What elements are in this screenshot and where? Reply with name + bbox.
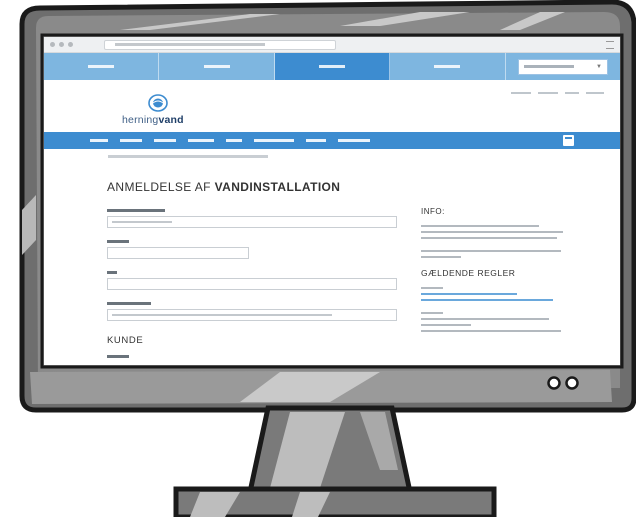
page-title: ANMELDELSE AF VANDINSTALLATION	[107, 180, 340, 194]
info-panel: INFO: GÆLDENDE REGLER	[421, 207, 571, 336]
main-nav-item[interactable]	[154, 139, 176, 142]
rules-subheading	[421, 287, 443, 289]
logo-drop-icon	[148, 94, 168, 112]
info-text-line	[421, 250, 561, 252]
logo[interactable]: herningvand	[104, 90, 184, 130]
installation-form	[107, 209, 397, 333]
logo-text-part1: herning	[122, 114, 159, 126]
menu-icon[interactable]	[606, 41, 614, 49]
calendar-icon[interactable]	[563, 135, 574, 146]
top-nav-item[interactable]	[44, 53, 160, 80]
installation-address-field[interactable]	[107, 216, 397, 228]
main-nav-items	[90, 139, 370, 142]
header-link[interactable]	[511, 92, 531, 94]
info-text-line	[421, 256, 461, 258]
top-nav-item-label	[434, 65, 461, 68]
main-nav-item[interactable]	[188, 139, 214, 142]
info-text-line	[421, 225, 539, 227]
rules-text-line	[421, 318, 549, 320]
comments-field[interactable]	[107, 309, 397, 321]
field-label	[107, 209, 165, 212]
main-nav-item[interactable]	[90, 139, 108, 142]
top-nav-item-label	[319, 65, 346, 68]
info-text-line	[421, 231, 563, 233]
name-field-label	[107, 355, 129, 358]
site-header: herningvand	[44, 80, 620, 132]
rules-link[interactable]	[421, 299, 553, 301]
reload-icon[interactable]	[68, 42, 73, 47]
main-nav-item[interactable]	[306, 139, 326, 142]
main-nav-item[interactable]	[338, 139, 370, 142]
info-title: INFO:	[421, 207, 445, 216]
back-icon[interactable]	[50, 42, 55, 47]
info-text-line	[421, 237, 557, 239]
main-navigation	[44, 132, 620, 149]
chevron-down-icon: ▼	[596, 64, 602, 70]
breadcrumb[interactable]	[108, 155, 268, 158]
browser-controls[interactable]	[50, 42, 73, 47]
top-navigation: ▼	[44, 53, 620, 80]
site-selector-dropdown[interactable]: ▼	[518, 59, 608, 75]
top-nav-item-label	[88, 65, 115, 68]
rules-text-line	[421, 324, 471, 326]
rules-title: GÆLDENDE REGLER	[421, 268, 516, 278]
field-placeholder	[112, 314, 332, 316]
page-title-part1: ANMELDELSE AF	[107, 180, 215, 194]
header-links	[511, 92, 604, 94]
top-nav-item[interactable]	[159, 53, 275, 80]
site-selector-value	[524, 65, 574, 68]
rules-link[interactable]	[421, 293, 517, 295]
page-title-part2: VANDINSTALLATION	[214, 180, 341, 194]
field-label	[107, 240, 129, 243]
screen: ▼ herningvand ANMELDELSE AF VANDINSTALLA…	[44, 37, 620, 365]
main-nav-item[interactable]	[254, 139, 294, 142]
city-field[interactable]	[107, 278, 397, 290]
logo-text: herningvand	[122, 114, 184, 126]
header-link[interactable]	[586, 92, 604, 94]
header-link[interactable]	[538, 92, 558, 94]
top-nav-item-active[interactable]	[274, 53, 391, 80]
forward-icon[interactable]	[59, 42, 64, 47]
url-text	[115, 43, 265, 46]
field-placeholder	[112, 221, 172, 223]
field-label	[107, 271, 117, 274]
section-title-customer: KUNDE	[107, 335, 144, 346]
rules-subheading	[421, 312, 443, 314]
rules-text-line	[421, 330, 561, 332]
url-bar[interactable]	[104, 40, 336, 50]
logo-text-part2: vand	[158, 114, 184, 126]
top-nav-item[interactable]	[390, 53, 506, 80]
main-nav-item[interactable]	[226, 139, 242, 142]
postal-code-field[interactable]	[107, 247, 249, 259]
field-label	[107, 302, 151, 305]
header-link[interactable]	[565, 92, 579, 94]
browser-toolbar	[44, 37, 620, 53]
main-nav-item[interactable]	[120, 139, 142, 142]
top-nav-item-label	[203, 65, 230, 68]
